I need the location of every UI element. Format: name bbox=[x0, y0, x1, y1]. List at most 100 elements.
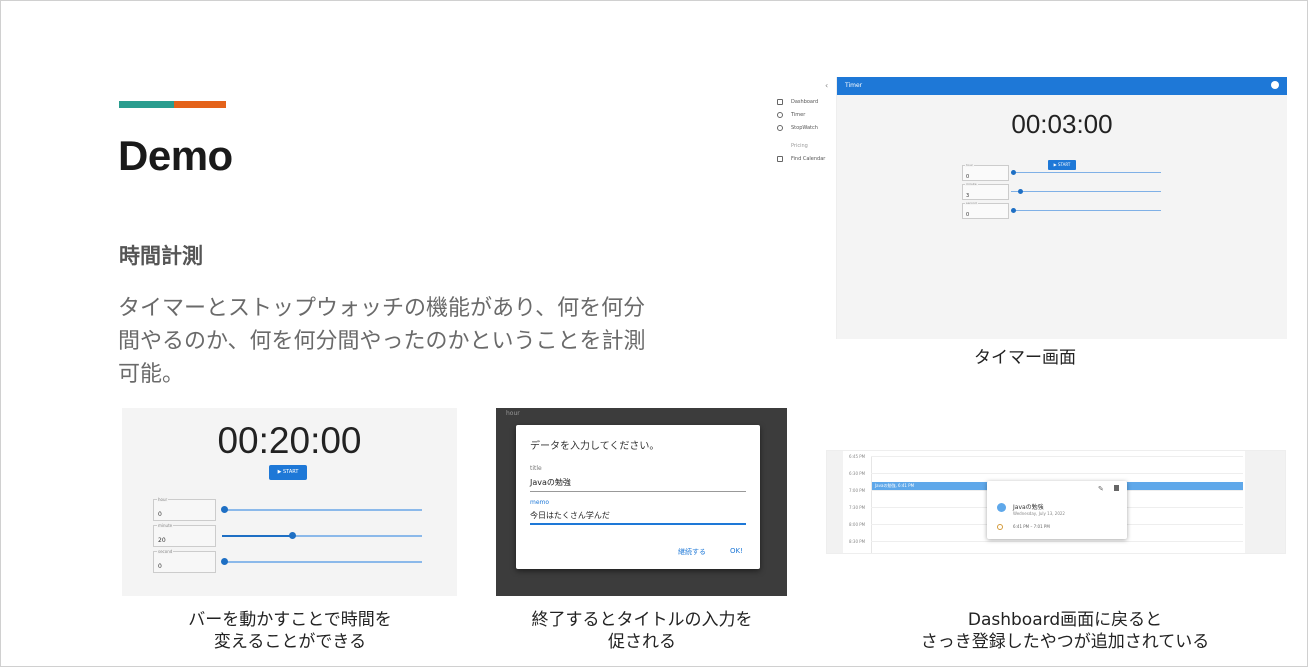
dialog-demo-screenshot: hour データを入力してください。 title Javaの勉強 memo 今日… bbox=[496, 408, 787, 596]
time-label: 7:00 PM bbox=[849, 488, 866, 493]
stopwatch-icon bbox=[777, 125, 783, 131]
minute-slider-track[interactable] bbox=[1011, 191, 1161, 192]
slide-subtitle: 時間計測 bbox=[119, 244, 203, 268]
minute-slider-fill bbox=[222, 534, 290, 537]
memo-field[interactable]: 今日はたくさん学んだ bbox=[530, 510, 610, 521]
minute-field[interactable]: minute 20 bbox=[153, 523, 216, 547]
nav-item-label: StopWatch bbox=[791, 125, 818, 131]
hour-control: hour 0 bbox=[153, 497, 423, 523]
hour-field[interactable]: hour 0 bbox=[153, 497, 216, 521]
second-field[interactable]: second 0 bbox=[962, 201, 1009, 219]
time-label: 6:30 PM bbox=[849, 471, 866, 476]
dialog-demo-caption: 終了するとタイトルの入力を 促される bbox=[492, 609, 792, 653]
second-slider-thumb[interactable] bbox=[220, 558, 228, 565]
time-label: 7:30 PM bbox=[849, 505, 866, 510]
field-label: second bbox=[157, 549, 174, 554]
slide-description: タイマーとストップウォッチの機能があり、何を何分間やるのか、何を何分間やったのか… bbox=[118, 296, 646, 387]
hour-field[interactable]: hour 0 bbox=[962, 163, 1009, 181]
accent-bar-orange bbox=[174, 101, 226, 108]
background-field-label: hour bbox=[506, 410, 520, 417]
caption-line: 変えることができる bbox=[213, 632, 367, 652]
hour-control: hour 0 bbox=[962, 163, 1162, 183]
timer-screen-caption: タイマー画面 bbox=[974, 348, 1076, 368]
memo-field-underline bbox=[530, 523, 746, 525]
field-value: 0 bbox=[158, 563, 162, 570]
calendar-demo-caption: Dashboard画面に戻ると さっき登録したやつが追加されている bbox=[880, 609, 1250, 653]
event-title: Javaの勉強 bbox=[1013, 504, 1044, 511]
second-field[interactable]: second 0 bbox=[153, 549, 216, 573]
field-value: 3 bbox=[966, 193, 970, 199]
field-value: 20 bbox=[158, 537, 166, 544]
title-field[interactable]: Javaの勉強 bbox=[530, 477, 571, 488]
field-label: minute bbox=[157, 523, 174, 528]
hour-slider-track[interactable] bbox=[1011, 172, 1161, 173]
field-label: hour bbox=[157, 497, 169, 502]
nav-item-label: Dashboard bbox=[791, 99, 819, 105]
app-bar-title: Timer bbox=[845, 82, 863, 89]
timer-icon bbox=[777, 112, 783, 118]
field-value: 0 bbox=[966, 174, 970, 180]
dialog-heading: データを入力してください。 bbox=[530, 441, 660, 452]
caption-line: Dashboard画面に戻ると bbox=[967, 610, 1163, 630]
field-label: minute bbox=[965, 182, 978, 186]
caption-line: 終了するとタイトルの入力を bbox=[531, 610, 753, 630]
continue-button[interactable]: 継続する bbox=[678, 547, 706, 557]
hour-line bbox=[871, 541, 1243, 542]
minute-slider-thumb[interactable] bbox=[1018, 189, 1023, 194]
field-value: 0 bbox=[158, 511, 162, 518]
time-label: 6:45 PM bbox=[849, 454, 866, 459]
delete-icon[interactable] bbox=[1114, 485, 1119, 491]
chevron-left-icon[interactable]: ‹ bbox=[825, 81, 828, 90]
nav-item-label: Find Calendar bbox=[791, 156, 826, 162]
minute-control: minute 20 bbox=[153, 523, 423, 549]
slider-demo-screenshot: 00:20:00 ▶ START hour 0 minute 20 second 0 bbox=[122, 408, 457, 596]
title-field-underline bbox=[530, 491, 746, 492]
timer-body: 00:03:00 ▶ START hour 0 minute 3 second 0 bbox=[837, 95, 1287, 339]
nav-item-stopwatch[interactable]: StopWatch bbox=[777, 125, 818, 131]
calendar-icon bbox=[777, 156, 783, 162]
start-button-label: START bbox=[283, 469, 299, 475]
event-color-dot bbox=[997, 503, 1006, 512]
calendar-margin-left bbox=[827, 451, 843, 553]
second-slider-thumb[interactable] bbox=[1010, 208, 1016, 213]
clock-icon bbox=[997, 524, 1003, 530]
field-value: 0 bbox=[966, 212, 970, 218]
nav-drawer: ‹ Dashboard Timer StopWatch Pricing Find… bbox=[773, 77, 837, 339]
time-label: 8:30 PM bbox=[849, 539, 866, 544]
slide-title: Demo bbox=[118, 132, 233, 179]
time-label: 8:00 PM bbox=[849, 522, 866, 527]
hour-slider-thumb[interactable] bbox=[1010, 170, 1016, 175]
caption-line: さっき登録したやつが追加されている bbox=[920, 632, 1210, 652]
nav-item-label: Pricing bbox=[791, 143, 808, 149]
edit-icon[interactable]: ✎ bbox=[1098, 485, 1104, 493]
ok-button[interactable]: OK! bbox=[730, 547, 743, 555]
calendar-margin-right bbox=[1245, 451, 1285, 553]
nav-item-dashboard[interactable]: Dashboard bbox=[777, 99, 818, 105]
second-control: second 0 bbox=[962, 201, 1162, 221]
minute-slider-thumb[interactable] bbox=[288, 532, 296, 539]
field-label: hour bbox=[965, 163, 974, 167]
input-dialog: データを入力してください。 title Javaの勉強 memo 今日はたくさん… bbox=[516, 425, 760, 569]
calendar-demo-screenshot: 6:45 PM 6:30 PM 7:00 PM 7:30 PM 8:00 PM … bbox=[826, 450, 1286, 554]
minute-control: minute 3 bbox=[962, 182, 1162, 202]
hour-line bbox=[871, 456, 1243, 457]
hour-slider-thumb[interactable] bbox=[220, 506, 228, 513]
app-bar: Timer bbox=[837, 77, 1287, 95]
caption-line: バーを動かすことで時間を bbox=[188, 610, 392, 630]
nav-section-label: Pricing bbox=[791, 143, 808, 149]
hour-slider-track[interactable] bbox=[222, 509, 422, 511]
second-slider-track[interactable] bbox=[1011, 210, 1161, 211]
second-slider-track[interactable] bbox=[222, 561, 422, 563]
slider-demo-caption: バーを動かすことで時間を 変えることができる bbox=[140, 609, 440, 653]
start-button[interactable]: ▶ START bbox=[269, 465, 307, 480]
memo-field-label: memo bbox=[530, 499, 550, 506]
minute-field[interactable]: minute 3 bbox=[962, 182, 1009, 200]
grid-icon bbox=[777, 99, 783, 105]
title-field-label: title bbox=[530, 465, 542, 472]
nav-item-find-calendar[interactable]: Find Calendar bbox=[777, 156, 825, 162]
accent-bar-teal bbox=[119, 101, 174, 108]
account-icon[interactable] bbox=[1271, 81, 1279, 89]
calendar-time-divider bbox=[871, 456, 872, 553]
nav-item-timer[interactable]: Timer bbox=[777, 112, 805, 118]
second-control: second 0 bbox=[153, 549, 423, 575]
